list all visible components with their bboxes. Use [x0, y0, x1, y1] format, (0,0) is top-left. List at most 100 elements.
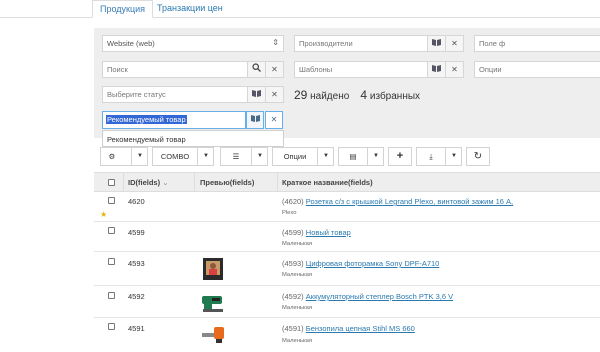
row-checkbox[interactable]: [108, 227, 115, 234]
row-number: (4620): [282, 197, 304, 206]
tab-price-transactions[interactable]: Транзакции цен: [150, 0, 230, 18]
settings-dropdown-button[interactable]: ⚙ ▼: [100, 147, 148, 166]
tab-bar: Продукция Транзакции цен: [0, 0, 600, 18]
caret-down-icon: ▼: [451, 153, 457, 159]
clear-icon[interactable]: ✕: [445, 62, 463, 77]
row-number: (4599): [282, 228, 304, 237]
field-filter-placeholder: Поле ф: [479, 39, 506, 48]
table-row[interactable]: 4592 (4592) Аккумуляторный степлер Bosch…: [94, 286, 600, 318]
table-header: ID(fields) ⌄ Превью(fields) Краткое назв…: [94, 172, 600, 192]
clear-icon[interactable]: ✕: [265, 111, 283, 129]
row-title: (4591) Бензопила цепная Stihl MS 660: [282, 324, 415, 333]
favorites-count: 4: [360, 88, 368, 102]
caret-down-icon: ▼: [203, 153, 209, 159]
options-input[interactable]: Опции: [474, 61, 600, 78]
table-row[interactable]: 4599 (4599) Новый товар Маленькая: [94, 222, 600, 252]
clear-icon[interactable]: ✕: [445, 36, 463, 51]
clear-icon[interactable]: ✕: [265, 87, 283, 102]
book-icon[interactable]: [427, 62, 445, 77]
add-button[interactable]: +: [388, 147, 412, 166]
row-id: 4593: [128, 259, 145, 268]
product-thumbnail-chainsaw: [200, 323, 226, 347]
status-input[interactable]: Выберите статус ✕: [102, 86, 284, 103]
star-icon[interactable]: ★: [100, 210, 107, 219]
recommended-filter-input[interactable]: Рекомендуемый товар: [102, 111, 246, 129]
row-id: 4591: [128, 324, 145, 333]
row-subtitle: Маленькая: [282, 241, 312, 247]
gears-icon: ⚙: [108, 152, 116, 161]
combo-dropdown-button[interactable]: COMBO ▼: [152, 147, 214, 166]
table-row[interactable]: 4593 (4593) Цифровая фоторамка Sony DPF-…: [94, 252, 600, 286]
row-title-link[interactable]: Новый товар: [306, 228, 351, 237]
caret-down-icon: ▼: [373, 153, 379, 159]
search-placeholder: Поиск: [107, 65, 128, 74]
templates-placeholder: Шаблоны: [299, 65, 333, 74]
options-placeholder: Опции: [479, 65, 502, 74]
row-id: 4599: [128, 228, 145, 237]
download-icon: ⤓: [429, 152, 433, 161]
status-placeholder: Выберите статус: [107, 90, 166, 99]
product-thumbnail-photo-frame: [200, 257, 226, 281]
table-row[interactable]: 4591 (4591) Бензопила цепная Stihl MS 66…: [94, 318, 600, 352]
favorites-label: избранных: [369, 91, 421, 102]
row-id: 4592: [128, 292, 145, 301]
refresh-icon: ↻: [473, 151, 483, 162]
download-dropdown-button[interactable]: ⤓ ▼: [416, 147, 462, 166]
tab-products[interactable]: Продукция: [92, 0, 154, 18]
site-select[interactable]: Website (web) ⇕: [102, 35, 284, 52]
search-input[interactable]: Поиск ✕: [102, 61, 284, 78]
book-icon[interactable]: [247, 87, 265, 102]
row-checkbox[interactable]: [108, 323, 115, 330]
column-header-name[interactable]: Краткое название(fields): [282, 178, 373, 187]
row-number: (4593): [282, 259, 304, 268]
row-title: (4593) Цифровая фоторамка Sony DPF-A710: [282, 259, 439, 268]
field-filter-input[interactable]: Поле ф: [474, 35, 600, 52]
combo-label: COMBO: [160, 152, 190, 161]
templates-input[interactable]: Шаблоны ✕: [294, 61, 464, 78]
book-icon[interactable]: [246, 111, 264, 129]
row-title-link[interactable]: Бензопила цепная Stihl MS 660: [306, 324, 415, 333]
options-dropdown-button[interactable]: Опции ▼: [272, 147, 334, 166]
column-header-preview[interactable]: Превью(fields): [200, 178, 254, 187]
toolbar: ⚙ ▼ COMBO ▼ ☰ ▼ Опции ▼ ▤ ▼ + ⤓ ▼ ↻: [94, 143, 600, 169]
row-number: (4591): [282, 324, 304, 333]
row-id: 4620: [128, 197, 145, 206]
select-all-checkbox[interactable]: [108, 179, 115, 186]
table-row[interactable]: ★ 4620 (4620) Розетка с/з с крышкой Legr…: [94, 192, 600, 222]
row-subtitle: Маленькая: [282, 272, 312, 278]
row-checkbox[interactable]: [108, 197, 115, 204]
table-icon: ▤: [349, 152, 357, 161]
row-title-link[interactable]: Цифровая фоторамка Sony DPF-A710: [306, 259, 440, 268]
product-thumbnail-stapler: [200, 290, 226, 314]
options-label: Опции: [283, 152, 307, 161]
row-subtitle: Маленькая: [282, 338, 312, 344]
column-header-id[interactable]: ID(fields) ⌄: [128, 178, 168, 187]
recommended-filter-value: Рекомендуемый товар: [106, 115, 187, 124]
sort-arrows-icon: ⇕: [272, 38, 279, 47]
table-view-dropdown-button[interactable]: ▤ ▼: [338, 147, 384, 166]
list-icon: ☰: [232, 152, 240, 161]
row-title-link[interactable]: Аккумуляторный степлер Bosch PTK 3,6 V: [306, 292, 453, 301]
row-checkbox[interactable]: [108, 258, 115, 265]
caret-down-icon: ▼: [137, 153, 143, 159]
row-title-link[interactable]: Розетка с/з с крышкой Legrand Plexo, вин…: [306, 197, 513, 206]
found-count: 29: [294, 88, 308, 102]
manufacturers-placeholder: Производители: [299, 39, 353, 48]
row-number: (4592): [282, 292, 304, 301]
site-select-value: Website (web): [107, 39, 155, 48]
row-title: (4599) Новый товар: [282, 228, 351, 237]
column-header-id-label: ID(fields): [128, 178, 161, 187]
plus-icon: +: [396, 150, 404, 162]
row-subtitle: Plexo: [282, 210, 297, 216]
row-checkbox[interactable]: [108, 292, 115, 299]
manufacturers-input[interactable]: Производители ✕: [294, 35, 464, 52]
book-icon[interactable]: [427, 36, 445, 51]
caret-down-icon: ▼: [257, 153, 263, 159]
list-view-dropdown-button[interactable]: ☰ ▼: [220, 147, 268, 166]
search-icon[interactable]: [247, 62, 265, 77]
row-title: (4620) Розетка с/з с крышкой Legrand Ple…: [282, 197, 513, 206]
caret-down-icon: ▼: [323, 153, 329, 159]
clear-icon[interactable]: ✕: [265, 62, 283, 77]
refresh-button[interactable]: ↻: [466, 147, 490, 166]
row-title: (4592) Аккумуляторный степлер Bosch PTK …: [282, 292, 453, 301]
